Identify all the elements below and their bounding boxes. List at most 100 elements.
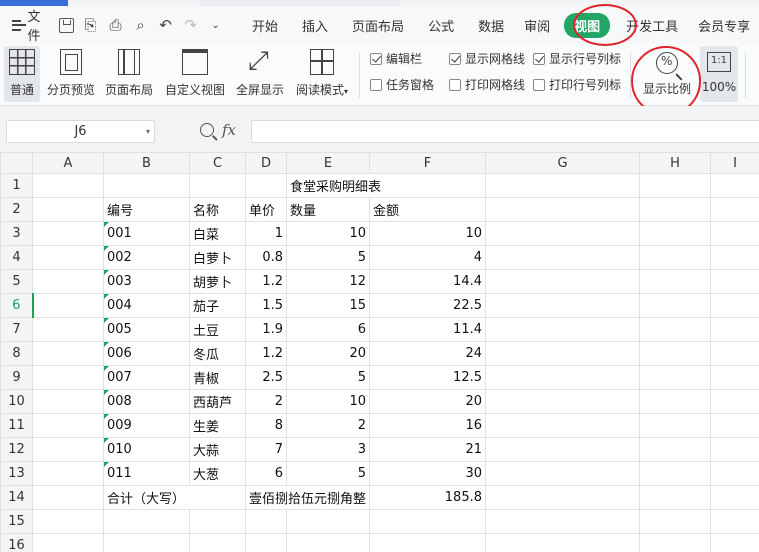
data-cell[interactable]: 009 — [103, 413, 190, 438]
cell[interactable] — [103, 533, 190, 552]
cell[interactable] — [710, 317, 759, 342]
page-break-preview-button[interactable]: 分页预览 — [44, 46, 98, 102]
data-cell[interactable]: 1 — [245, 221, 287, 246]
column-header[interactable]: F — [369, 152, 486, 174]
cell[interactable] — [639, 221, 711, 246]
data-cell[interactable]: 30 — [369, 461, 486, 486]
cell[interactable] — [639, 269, 711, 294]
name-box-dropdown-icon[interactable]: ▾ — [146, 121, 150, 142]
show-gridlines-checkbox[interactable]: 显示网格线 — [449, 50, 525, 67]
cell[interactable] — [369, 509, 486, 534]
print-headings-checkbox[interactable]: 打印行号列标 — [533, 76, 621, 93]
cell[interactable] — [710, 437, 759, 462]
cell[interactable] — [32, 245, 104, 270]
data-cell[interactable]: 1.2 — [245, 269, 287, 294]
cell[interactable] — [32, 365, 104, 390]
cell[interactable] — [710, 245, 759, 270]
tab-review[interactable]: 审阅 — [516, 6, 558, 44]
data-cell[interactable]: 茄子 — [189, 293, 246, 318]
cell[interactable] — [485, 293, 640, 318]
data-cell[interactable]: 8 — [245, 413, 287, 438]
row-header[interactable]: 10 — [0, 389, 33, 414]
data-cell[interactable]: 青椒 — [189, 365, 246, 390]
row-header[interactable]: 16 — [0, 533, 33, 552]
data-cell[interactable]: 001 — [103, 221, 190, 246]
cell[interactable] — [485, 245, 640, 270]
data-cell[interactable]: 14.4 — [369, 269, 486, 294]
data-cell[interactable]: 11.4 — [369, 317, 486, 342]
header-cell[interactable]: 单价 — [245, 197, 287, 222]
cell[interactable] — [639, 437, 711, 462]
cell[interactable] — [32, 317, 104, 342]
cell[interactable] — [485, 485, 640, 510]
cell[interactable] — [189, 509, 246, 534]
data-cell[interactable]: 0.8 — [245, 245, 287, 270]
cell[interactable] — [32, 341, 104, 366]
cell[interactable] — [710, 221, 759, 246]
cell[interactable] — [32, 293, 104, 318]
header-cell[interactable]: 名称 — [189, 197, 246, 222]
cell[interactable] — [32, 533, 104, 552]
cell[interactable] — [32, 221, 104, 246]
data-cell[interactable]: 2.5 — [245, 365, 287, 390]
data-cell[interactable]: 12 — [286, 269, 370, 294]
cell[interactable] — [32, 461, 104, 486]
task-pane-checkbox[interactable]: 任务窗格 — [370, 76, 434, 93]
cell[interactable] — [32, 389, 104, 414]
cell[interactable] — [485, 389, 640, 414]
column-header[interactable]: H — [639, 152, 711, 174]
row-header[interactable]: 9 — [0, 365, 33, 390]
data-cell[interactable]: 008 — [103, 389, 190, 414]
cell[interactable] — [32, 509, 104, 534]
cell[interactable] — [639, 317, 711, 342]
cell[interactable] — [710, 173, 759, 198]
cell[interactable] — [485, 317, 640, 342]
tab-developer[interactable]: 开发工具 — [616, 6, 688, 44]
zoom-search-icon[interactable] — [200, 123, 214, 137]
cell[interactable] — [710, 197, 759, 222]
cell[interactable] — [485, 461, 640, 486]
cell[interactable] — [485, 173, 640, 198]
cell[interactable] — [639, 485, 711, 510]
name-box[interactable]: J6 ▾ — [6, 120, 155, 143]
cell[interactable] — [639, 533, 711, 552]
data-cell[interactable]: 大蒜 — [189, 437, 246, 462]
data-cell[interactable]: 5 — [286, 365, 370, 390]
data-cell[interactable]: 4 — [369, 245, 486, 270]
row-header[interactable]: 7 — [0, 317, 33, 342]
column-header[interactable]: C — [189, 152, 246, 174]
data-cell[interactable]: 10 — [369, 221, 486, 246]
cell[interactable] — [639, 173, 711, 198]
tab-data[interactable]: 数据 — [466, 6, 516, 44]
cell[interactable] — [32, 197, 104, 222]
row-header[interactable]: 4 — [0, 245, 33, 270]
data-cell[interactable]: 西葫芦 — [189, 389, 246, 414]
cell[interactable] — [189, 173, 246, 198]
cell[interactable] — [639, 461, 711, 486]
print-preview-icon[interactable]: ⌕ — [132, 16, 149, 34]
data-cell[interactable]: 20 — [286, 341, 370, 366]
data-cell[interactable]: 10 — [286, 221, 370, 246]
cell[interactable] — [103, 509, 190, 534]
cell[interactable] — [485, 533, 640, 552]
cell[interactable] — [286, 509, 370, 534]
cell[interactable] — [245, 533, 287, 552]
data-cell[interactable]: 土豆 — [189, 317, 246, 342]
insert-function-icon[interactable]: fx — [222, 121, 236, 139]
data-cell[interactable]: 白菜 — [189, 221, 246, 246]
cell[interactable] — [710, 485, 759, 510]
cell[interactable] — [639, 365, 711, 390]
row-header[interactable]: 5 — [0, 269, 33, 294]
data-cell[interactable]: 大葱 — [189, 461, 246, 486]
data-cell[interactable]: 004 — [103, 293, 190, 318]
zoom-button[interactable]: 显示比例 — [640, 46, 694, 102]
column-header[interactable]: D — [245, 152, 287, 174]
row-header[interactable]: 8 — [0, 341, 33, 366]
redo-icon[interactable]: ↷ — [182, 16, 199, 34]
tab-page-layout[interactable]: 页面布局 — [340, 6, 416, 44]
data-cell[interactable]: 010 — [103, 437, 190, 462]
cell[interactable] — [245, 509, 287, 534]
cell[interactable] — [485, 437, 640, 462]
cell[interactable] — [639, 341, 711, 366]
cell[interactable] — [639, 389, 711, 414]
